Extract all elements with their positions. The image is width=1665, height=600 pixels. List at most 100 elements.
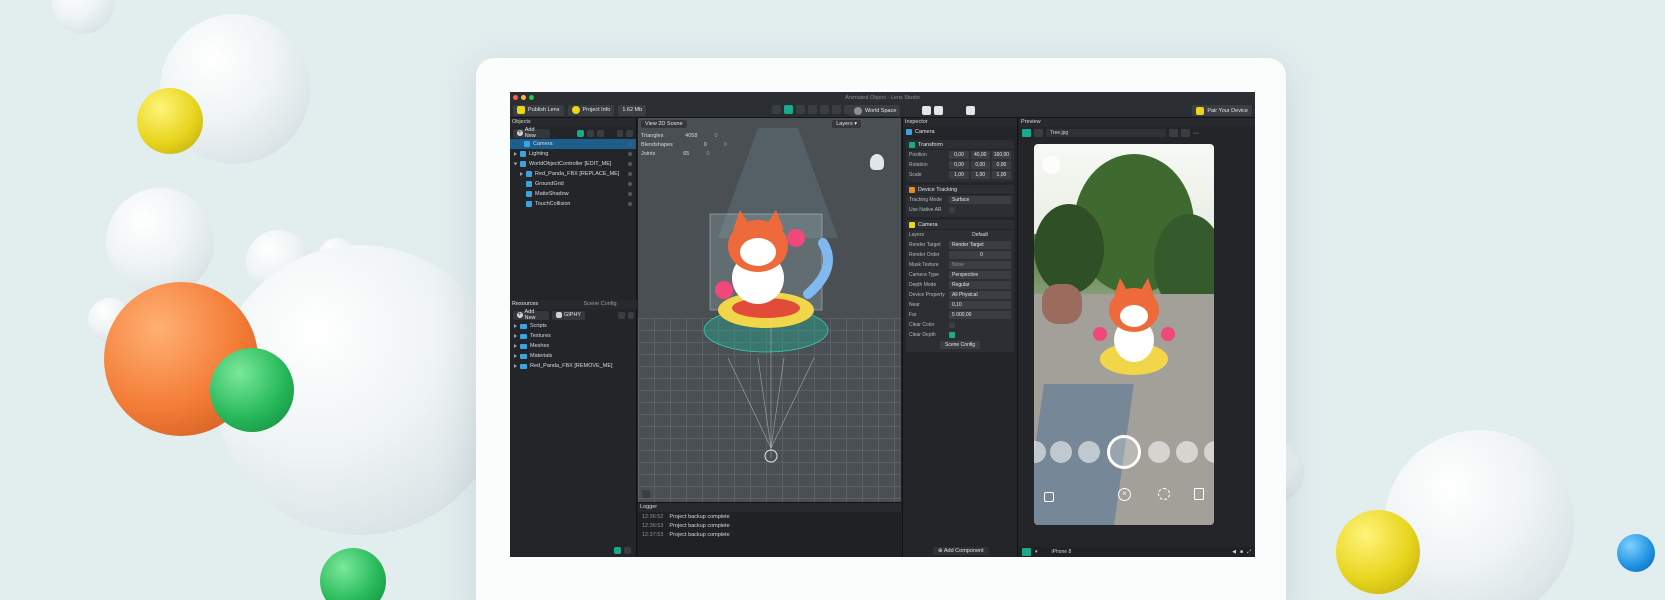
expand-icon[interactable] (514, 152, 517, 156)
tracking-mode-select[interactable]: Surface (949, 196, 1011, 204)
scale-x-input[interactable]: 1,00 (949, 171, 969, 179)
object-item-world-controller[interactable]: WorldObjectController [EDIT_ME] (510, 159, 636, 169)
position-y-input[interactable]: 40,00 (970, 151, 990, 159)
project-info-button[interactable]: Project Info (567, 104, 615, 116)
camera-toggle-icon[interactable] (1022, 548, 1031, 556)
visibility-icon[interactable] (628, 192, 632, 196)
scale-tool-icon[interactable] (796, 105, 805, 114)
memories-icon[interactable] (1044, 492, 1054, 502)
expand-icon[interactable] (514, 354, 517, 358)
eye-icon[interactable] (587, 129, 594, 137)
visibility-icon[interactable] (628, 162, 632, 166)
tab-resources[interactable]: Resources (510, 300, 570, 309)
device-property-select[interactable]: All Physical (949, 291, 1011, 299)
expand-icon[interactable] (514, 344, 517, 348)
rect-tool-icon[interactable] (820, 105, 829, 114)
carousel-item[interactable] (1078, 441, 1100, 463)
scale-z-input[interactable]: 1,00 (991, 171, 1012, 179)
collapse-icon[interactable] (513, 162, 518, 166)
add-component-button[interactable]: ⊕ Add Component (933, 547, 989, 555)
objects-add-new-button[interactable]: + Add New (513, 127, 551, 139)
carousel-item[interactable] (1050, 441, 1072, 463)
visibility-icon[interactable] (628, 172, 632, 176)
refresh-icon[interactable] (1181, 129, 1190, 137)
visibility-icon[interactable] (628, 182, 632, 186)
tab-scene-config[interactable]: Scene Config (570, 300, 630, 309)
carousel-item[interactable] (1148, 441, 1170, 463)
frame-tool-icon[interactable] (832, 105, 841, 114)
object-item-touch-collision[interactable]: TouchCollision (510, 199, 636, 209)
image-feed-tab[interactable] (1034, 129, 1043, 137)
depth-mode-select[interactable]: Regular (949, 281, 1011, 289)
near-input[interactable]: 0,10 (949, 301, 1011, 309)
resource-item-meshes[interactable]: Meshes (510, 341, 637, 351)
bitmoji-icon[interactable] (1042, 156, 1060, 174)
resources-add-new-button[interactable]: + Add New (513, 309, 549, 321)
hand-tool-icon[interactable] (772, 105, 781, 114)
scene-viewport[interactable]: View 2D Scene Layers ▾ Triangles 4058 0 Bl… (638, 118, 901, 502)
publish-lens-button[interactable]: Publish Lens (513, 104, 564, 116)
carousel-item[interactable] (1176, 441, 1198, 463)
visibility-icon[interactable] (628, 202, 632, 206)
viewport-settings-icon[interactable] (642, 490, 650, 498)
expand-icon[interactable]: ⤢ (1247, 549, 1251, 555)
native-ar-checkbox[interactable] (949, 207, 955, 213)
device-preview[interactable]: × (1034, 144, 1214, 525)
position-x-input[interactable]: 0,00 (949, 151, 969, 159)
expand-icon[interactable] (520, 172, 523, 176)
layer-icon[interactable] (577, 129, 584, 137)
flip-camera-icon[interactable] (1158, 488, 1170, 500)
grid-view-icon[interactable] (624, 547, 631, 554)
resource-item-textures[interactable]: Textures (510, 331, 637, 341)
list-view-icon[interactable] (614, 547, 621, 554)
expand-icon[interactable] (514, 334, 517, 338)
carousel-item[interactable] (1204, 441, 1214, 463)
rotation-y-input[interactable]: 0,00 (970, 161, 990, 169)
camera-type-select[interactable]: Perspective (949, 271, 1011, 279)
position-z-input[interactable]: 160,00 (991, 151, 1012, 159)
settings-icon[interactable] (1169, 129, 1178, 137)
close-lens-icon[interactable]: × (1118, 488, 1131, 501)
filter-icon[interactable] (618, 311, 625, 319)
sort-icon[interactable] (596, 129, 604, 137)
resource-item-scripts[interactable]: Scripts (510, 321, 637, 331)
scene-config-button[interactable]: Scene Config (939, 341, 981, 349)
object-item-camera[interactable]: Camera (510, 139, 636, 149)
object-item-red-panda[interactable]: Red_Panda_FBX [REPLACE_ME] (510, 169, 636, 179)
giphy-button[interactable]: GIPHY (551, 310, 586, 320)
capture-button[interactable] (1107, 435, 1141, 469)
resource-item-materials[interactable]: Materials (510, 351, 637, 361)
pair-device-button[interactable]: Pair Your Device (1192, 105, 1252, 116)
preview-file-select[interactable]: Tree.jpg (1046, 129, 1166, 137)
tool-icon[interactable] (934, 106, 943, 115)
search-icon[interactable] (627, 311, 634, 319)
expand-icon[interactable] (514, 324, 517, 328)
chevron-down-icon[interactable]: ▾ (1035, 549, 1038, 555)
device-select[interactable]: iPhone 8 (1052, 549, 1072, 555)
clear-depth-checkbox[interactable] (949, 332, 955, 338)
carousel-item[interactable] (1034, 441, 1046, 463)
render-target-field[interactable]: Render Target (949, 241, 1011, 249)
record-icon[interactable]: ■ (1240, 549, 1243, 555)
object-item-ground-grid[interactable]: GroundGrid (510, 179, 636, 189)
filter-icon[interactable] (616, 129, 624, 137)
world-space-toggle[interactable]: World Space (850, 105, 901, 116)
mask-texture-field[interactable]: None (949, 261, 1011, 269)
clear-color-checkbox[interactable] (949, 322, 955, 328)
scale-y-input[interactable]: 1,00 (970, 171, 990, 179)
object-item-lighting[interactable]: Lighting (510, 149, 636, 159)
camera-header[interactable]: Camera (906, 220, 1014, 230)
visibility-icon[interactable] (628, 152, 632, 156)
transform-header[interactable]: Transform (906, 140, 1014, 150)
layers-value[interactable]: Default (949, 232, 1011, 238)
resource-item-red-panda[interactable]: Red_Panda_FBX [REMOVE_ME] (510, 361, 637, 371)
camera-feed-tab[interactable] (1022, 129, 1031, 137)
tool-icon[interactable] (922, 106, 931, 115)
cursor-icon[interactable] (966, 106, 975, 115)
visibility-icon[interactable] (628, 142, 632, 146)
rotation-x-input[interactable]: 0,00 (949, 161, 969, 169)
device-tracking-header[interactable]: Device Tracking (906, 185, 1014, 195)
rotate-tool-icon[interactable] (808, 105, 817, 114)
object-item-matte-shadow[interactable]: MatteShadow (510, 189, 636, 199)
far-input[interactable]: 5 000,00 (949, 311, 1011, 319)
